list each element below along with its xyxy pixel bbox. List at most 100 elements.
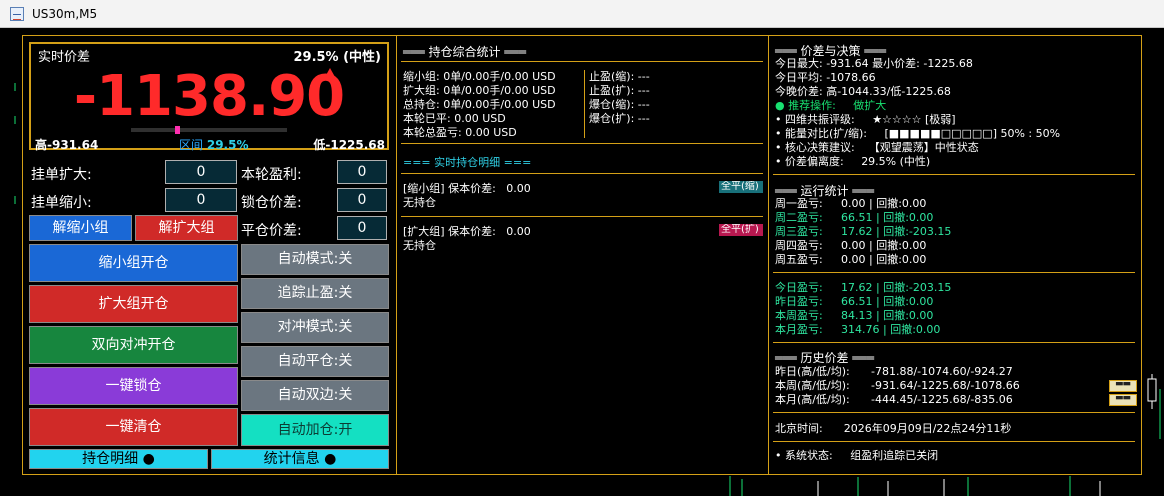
advice-row: • 核心决策建议: 【观望震荡】中性状态 xyxy=(775,141,979,154)
close-all-button[interactable]: 一键清仓 xyxy=(29,408,238,446)
stats-column: ═══ 价差与决策 ═══ 今日最大: -931.64 最小价差: -1225.… xyxy=(769,36,1141,474)
liq-shrink: 爆仓(缩): --- xyxy=(589,98,650,111)
weekly-value: 66.51 | 回撤:0.00 xyxy=(841,211,934,224)
trailing-stop-toggle[interactable]: 追踪止盈:关 xyxy=(241,278,389,309)
auto-close-toggle[interactable]: 自动平仓:关 xyxy=(241,346,389,377)
live-spread-box: 实时价差 29.5% (中性) -1138.90 高-931.64 区间 29.… xyxy=(29,42,389,152)
shrink-detail-divider xyxy=(401,216,763,217)
month-history-button[interactable] xyxy=(1109,393,1137,406)
decision-divider xyxy=(773,174,1135,175)
close-spread-label: 平仓价差: xyxy=(241,223,302,239)
deviation-row: • 价差偏离度: 29.5% (中性) xyxy=(775,155,931,168)
period-row: 本周盈亏: 84.13 | 回撤:0.00 xyxy=(775,309,933,322)
tp-expand: 止盈(扩): --- xyxy=(589,84,650,97)
range-indicator: 区间 29.5% xyxy=(179,138,249,152)
pending-shrink-label: 挂单缩小: xyxy=(31,195,92,211)
weekly-value: 0.00 | 回撤:0.00 xyxy=(841,253,927,266)
today-average: 今日平均: -1078.66 xyxy=(775,71,876,84)
weekly-row: 周三盈亏: 17.62 | 回撤:-203.15 xyxy=(775,225,951,238)
weekly-label: 周四盈亏: xyxy=(775,239,823,252)
positions-detail-button[interactable]: 持仓明细 ● xyxy=(29,449,208,469)
lock-spread-label: 锁仓价差: xyxy=(241,195,302,211)
history-divider xyxy=(773,412,1135,413)
history-value: -931.64/-1225.68/-1078.66 xyxy=(871,379,1020,392)
clock-divider xyxy=(773,441,1135,442)
pending-expand-label: 挂单扩大: xyxy=(31,167,92,183)
tonight-spread: 今晚价差: 高-1044.33/低-1225.68 xyxy=(775,85,951,98)
history-row: 本周(高/低/均): -931.64/-1225.68/-1078.66 xyxy=(775,379,1020,392)
spread-range-track xyxy=(131,126,287,134)
summary-line-closed: 本轮已平: 0.00 USD xyxy=(403,112,506,125)
close-spread-input[interactable]: 0 xyxy=(337,216,387,240)
weekly-label: 周五盈亏: xyxy=(775,253,823,266)
lock-all-button[interactable]: 一键锁仓 xyxy=(29,367,238,405)
open-expand-button[interactable]: 扩大组开仓 xyxy=(29,285,238,323)
weekly-row: 周二盈亏: 66.51 | 回撤:0.00 xyxy=(775,211,933,224)
pending-expand-input[interactable]: 0 xyxy=(165,160,237,184)
period-value: 84.13 | 回撤:0.00 xyxy=(841,309,934,322)
auto-add-toggle[interactable]: 自动加仓:开 xyxy=(241,414,389,446)
today-max-min: 今日最大: -931.64 最小价差: -1225.68 xyxy=(775,57,973,70)
detail-top-divider xyxy=(401,143,763,144)
spread-percent: 29.5% (中性) xyxy=(293,50,381,65)
hedge-mode-toggle[interactable]: 对冲模式:关 xyxy=(241,312,389,343)
week-history-button[interactable] xyxy=(1109,379,1137,392)
ea-control-panel: 实时价差 29.5% (中性) -1138.90 高-931.64 区间 29.… xyxy=(22,35,1142,475)
weekly-value: 0.00 | 回撤:0.00 xyxy=(841,197,927,210)
weekly-value: 17.62 | 回撤:-203.15 xyxy=(841,225,952,238)
expand-detail-header: [扩大组] 保本价差: 0.00 xyxy=(403,225,531,238)
history-label: 本周(高/低/均): xyxy=(775,379,850,392)
expand-detail-status: 无持仓 xyxy=(403,239,436,252)
spread-position-marker xyxy=(175,126,180,134)
close-expand-button[interactable]: 全平(扩) xyxy=(719,224,763,236)
period-label: 昨日盈亏: xyxy=(775,295,823,308)
tp-shrink: 止盈(缩): --- xyxy=(589,70,650,83)
weekly-label: 周一盈亏: xyxy=(775,197,823,210)
liq-expand: 爆仓(扩): --- xyxy=(589,112,650,125)
period-divider xyxy=(773,342,1135,343)
shrink-detail-header: [缩小组] 保本价差: 0.00 xyxy=(403,182,531,195)
unlock-shrink-button[interactable]: 解缩小组 xyxy=(29,215,132,241)
close-shrink-button[interactable]: 全平(缩) xyxy=(719,181,763,193)
round-profit-label: 本轮盈利: xyxy=(241,167,302,183)
pending-shrink-input[interactable]: 0 xyxy=(165,188,237,212)
period-row: 今日盈亏: 17.62 | 回撤:-203.15 xyxy=(775,281,951,294)
up-arrow-icon xyxy=(325,68,335,77)
weekly-value: 0.00 | 回撤:0.00 xyxy=(841,239,927,252)
weekly-row: 周五盈亏: 0.00 | 回撤:0.00 xyxy=(775,253,926,266)
shrink-detail-status: 无持仓 xyxy=(403,196,436,209)
open-shrink-button[interactable]: 缩小组开仓 xyxy=(29,244,238,282)
summary-line-round-pnl: 本轮总盈亏: 0.00 USD xyxy=(403,126,517,139)
rating-row: • 四维共振评级: ★☆☆☆☆ [极弱] xyxy=(775,113,956,126)
terminal-window: US30m,M5 实时价差 29.5% (中性) -1138.90 高-931.… xyxy=(0,0,1164,496)
unlock-expand-button[interactable]: 解扩大组 xyxy=(135,215,238,241)
weekly-divider xyxy=(773,272,1135,273)
period-label: 本周盈亏: xyxy=(775,309,823,322)
weekly-label: 周三盈亏: xyxy=(775,225,823,238)
stats-info-button[interactable]: 统计信息 ● xyxy=(211,449,389,469)
period-row: 本月盈亏: 314.76 | 回撤:0.00 xyxy=(775,323,940,336)
range-high: 高-931.64 xyxy=(35,138,99,152)
history-label: 昨日(高/低/均): xyxy=(775,365,850,378)
detail-divider xyxy=(401,173,763,174)
live-spread-label: 实时价差 xyxy=(38,50,91,65)
history-value: -444.45/-1225.68/-835.06 xyxy=(871,393,1013,406)
auto-mode-toggle[interactable]: 自动模式:关 xyxy=(241,244,389,275)
period-value: 314.76 | 回撤:0.00 xyxy=(841,323,941,336)
round-profit-input[interactable]: 0 xyxy=(337,160,387,184)
period-value: 17.62 | 回撤:-203.15 xyxy=(841,281,952,294)
chart-window-icon xyxy=(10,7,24,21)
summary-line-shrink: 缩小组: 0单/0.00手/0.00 USD xyxy=(403,70,556,83)
window-titlebar[interactable]: US30m,M5 xyxy=(0,0,1164,28)
window-title: US30m,M5 xyxy=(32,7,98,21)
lock-spread-input[interactable]: 0 xyxy=(337,188,387,212)
weekly-row: 周四盈亏: 0.00 | 回撤:0.00 xyxy=(775,239,926,252)
summary-line-total: 总持仓: 0单/0.00手/0.00 USD xyxy=(403,98,556,111)
period-row: 昨日盈亏: 66.51 | 回撤:0.00 xyxy=(775,295,933,308)
system-status: • 系统状态: 组盈利追踪已关闭 xyxy=(775,449,939,462)
open-hedge-button[interactable]: 双向对冲开仓 xyxy=(29,326,238,364)
recommend-row: ● 推荐操作: 做扩大 xyxy=(775,99,887,112)
control-column: 实时价差 29.5% (中性) -1138.90 高-931.64 区间 29.… xyxy=(23,36,397,474)
history-title: ═══ 历史价差 ═══ xyxy=(775,351,874,365)
auto-double-toggle[interactable]: 自动双边:关 xyxy=(241,380,389,411)
